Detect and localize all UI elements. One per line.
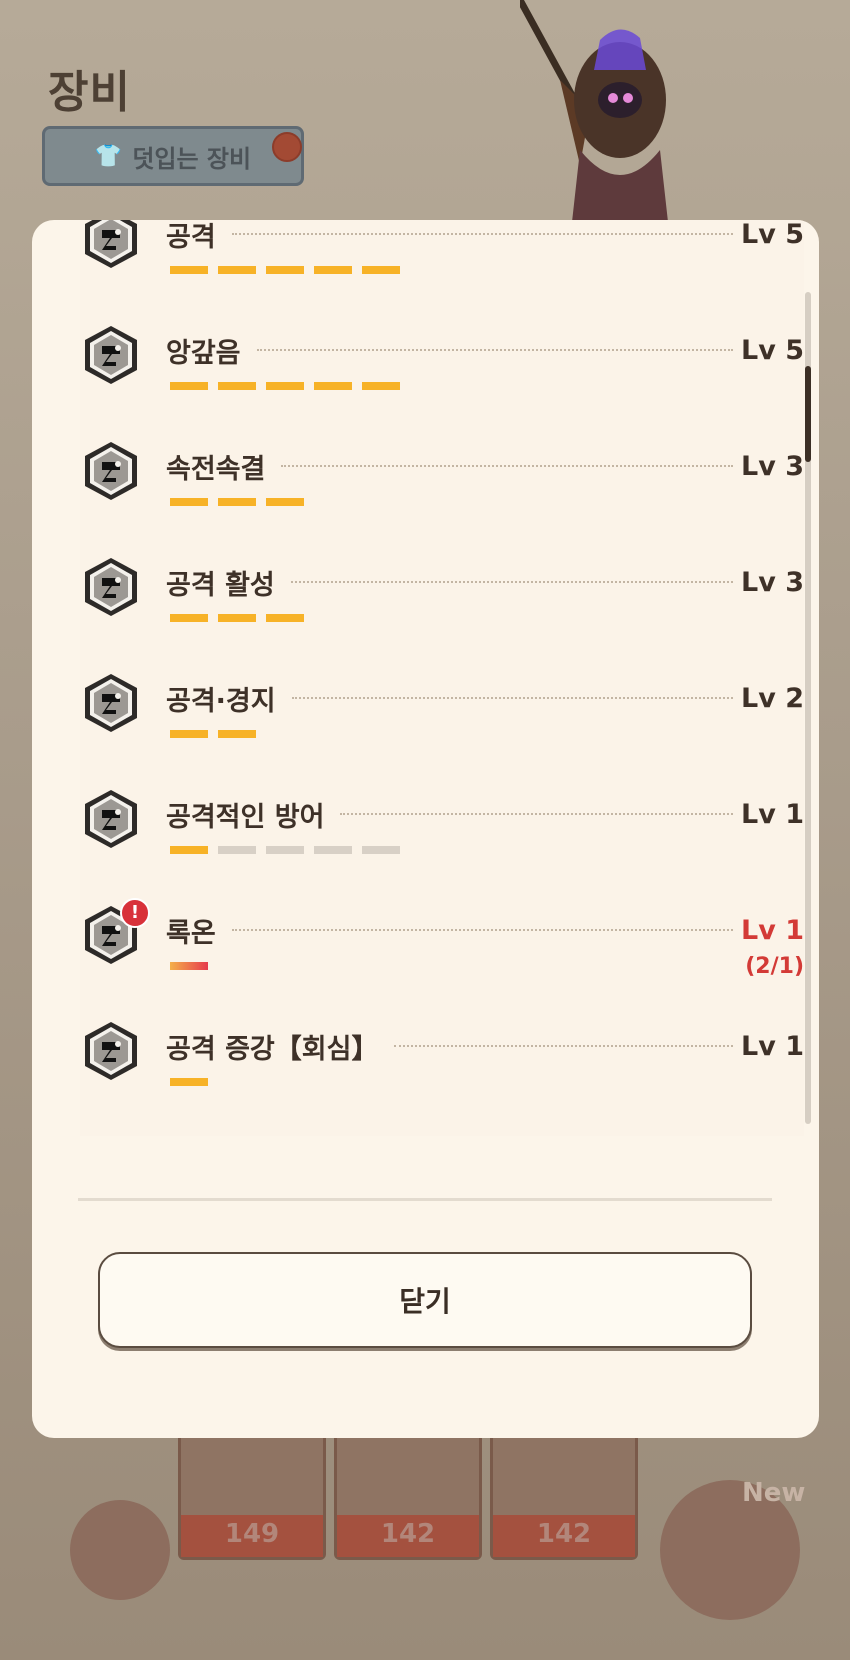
level-bar-filled — [170, 962, 208, 970]
skill-list-modal: 공격 Lv 5 앙갚음 Lv 5 속전속결 Lv 3 공격 활성 Lv 3 공격·경지 Lv 2공… — [32, 220, 819, 1438]
skill-row: 공격 Lv 5 — [166, 220, 804, 254]
dotted-leader — [340, 813, 733, 815]
bg-remove-button — [70, 1500, 170, 1600]
skill-level-overflow: (2/1) — [745, 954, 804, 979]
card-count: 142 — [380, 1519, 436, 1549]
skill-emblem-icon — [80, 788, 142, 850]
divider — [78, 1198, 772, 1201]
level-bar-filled — [266, 614, 304, 622]
level-bar-filled — [170, 498, 208, 506]
skill-item[interactable]: 공격 활성 Lv 3 — [80, 556, 804, 672]
level-bar-filled — [170, 730, 208, 738]
level-bars — [170, 730, 256, 738]
skill-level: Lv 3 — [741, 450, 804, 482]
skill-level: Lv 3 — [741, 566, 804, 598]
skill-name: 공격 — [166, 221, 216, 253]
level-bar-filled — [170, 266, 208, 274]
skill-list[interactable]: 공격 Lv 5 앙갚음 Lv 5 속전속결 Lv 3 공격 활성 Lv 3 공격·경지 Lv 2공… — [80, 220, 804, 1136]
skill-emblem-icon — [80, 1020, 142, 1082]
character-image — [520, 0, 670, 240]
level-bar-filled — [170, 846, 208, 854]
skill-level: Lv 5 — [741, 334, 804, 366]
skill-name: 록온 — [166, 917, 216, 949]
skill-item[interactable]: 공격적인 방어 Lv 1 — [80, 788, 804, 904]
notification-dot — [272, 132, 302, 162]
scrollbar-thumb[interactable] — [805, 366, 811, 462]
skill-row: 공격 활성 Lv 3 — [166, 562, 804, 602]
overlay-equipment-button: 👕 덧입는 장비 — [42, 126, 304, 186]
skill-item[interactable]: 공격 증강【회심】 Lv 1 — [80, 1020, 804, 1136]
skill-name: 속전속결 — [166, 453, 266, 485]
level-bar-filled — [314, 382, 352, 390]
skill-name: 공격 활성 — [166, 569, 275, 601]
level-bar-filled — [266, 382, 304, 390]
screen-title: 장비 — [48, 67, 131, 118]
dotted-leader — [256, 349, 733, 351]
level-bars — [170, 614, 304, 622]
level-bar-filled — [314, 266, 352, 274]
level-bar-empty — [218, 846, 256, 854]
skill-name: 공격·경지 — [166, 685, 276, 717]
skill-item[interactable]: 앙갚음 Lv 5 — [80, 324, 804, 440]
skill-level: Lv 1 — [741, 1030, 804, 1062]
skill-emblem-icon — [80, 324, 142, 386]
level-bar-filled — [266, 266, 304, 274]
level-bar-filled — [218, 614, 256, 622]
skill-level: Lv 2 — [741, 682, 804, 714]
skill-level: Lv 1 — [741, 914, 804, 946]
level-bars — [170, 266, 400, 274]
level-bar-filled — [170, 1078, 208, 1086]
skill-name: 공격적인 방어 — [166, 801, 325, 833]
dotted-leader — [291, 697, 733, 699]
level-bar-filled — [218, 730, 256, 738]
level-bar-filled — [266, 498, 304, 506]
skill-item[interactable]: 공격·경지 Lv 2 — [80, 672, 804, 788]
skill-row: 공격 증강【회심】 Lv 1 — [166, 1026, 804, 1066]
skill-row: 공격적인 방어 Lv 1 — [166, 794, 804, 834]
card-count: 149 — [224, 1519, 280, 1549]
level-bars — [170, 962, 208, 970]
skill-emblem-icon — [80, 220, 142, 270]
new-label: New — [742, 1478, 806, 1508]
level-bars — [170, 1078, 208, 1086]
level-bar-filled — [218, 266, 256, 274]
level-bar-filled — [362, 266, 400, 274]
level-bars — [170, 498, 304, 506]
dotted-leader — [290, 581, 733, 583]
dotted-leader — [231, 233, 733, 235]
skill-name: 공격 증강【회심】 — [166, 1033, 379, 1065]
dotted-leader — [394, 1045, 733, 1047]
skill-emblem-icon — [80, 672, 142, 734]
warning-icon: ! — [120, 898, 150, 928]
skill-emblem-icon — [80, 440, 142, 502]
skill-item[interactable]: ! 록온 Lv 1 (2/1) — [80, 898, 804, 1020]
level-bar-filled — [218, 498, 256, 506]
skill-item[interactable]: 공격 Lv 5 — [80, 220, 804, 324]
card-count: 142 — [536, 1519, 592, 1549]
skill-row: 공격·경지 Lv 2 — [166, 678, 804, 718]
level-bar-empty — [266, 846, 304, 854]
level-bars — [170, 382, 400, 390]
skill-row: 속전속결 Lv 3 — [166, 446, 804, 486]
skill-item[interactable]: 속전속결 Lv 3 — [80, 440, 804, 556]
skill-row: 앙갚음 Lv 5 — [166, 330, 804, 370]
skill-level: Lv 1 — [741, 798, 804, 830]
level-bar-filled — [170, 614, 208, 622]
dotted-leader — [281, 465, 733, 467]
overlay-equipment-label: 덧입는 장비 — [132, 144, 252, 173]
skill-level: Lv 5 — [741, 220, 804, 250]
level-bar-filled — [362, 382, 400, 390]
level-bars — [170, 846, 400, 854]
shirt-icon: 👕 — [94, 143, 123, 169]
skill-name: 앙갚음 — [166, 337, 241, 369]
level-bar-filled — [218, 382, 256, 390]
skill-emblem-icon — [80, 556, 142, 618]
dotted-leader — [231, 929, 733, 931]
level-bar-empty — [362, 846, 400, 854]
level-bar-filled — [170, 382, 208, 390]
skill-row: 록온 Lv 1 — [166, 910, 804, 950]
level-bar-empty — [314, 846, 352, 854]
close-button[interactable]: 닫기 — [98, 1252, 752, 1348]
